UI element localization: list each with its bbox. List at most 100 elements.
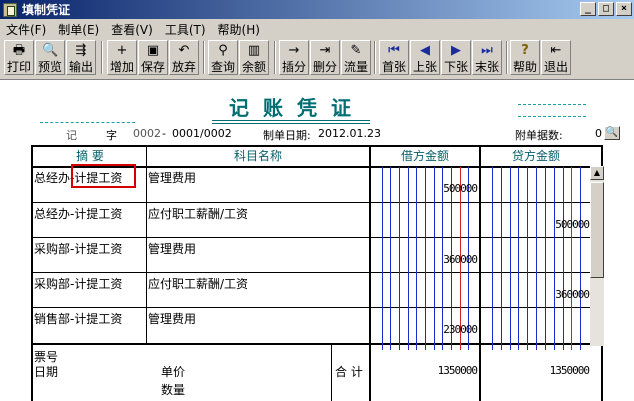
summary-header: 摘 要: [76, 149, 104, 163]
row-credit[interactable]: 360000: [483, 288, 590, 301]
row-account[interactable]: 管理费用: [148, 310, 196, 327]
digit-line: [571, 167, 572, 350]
quantity-label: 数量: [161, 383, 186, 397]
window-title: 填制凭证: [22, 3, 71, 17]
row-account[interactable]: 管理费用: [148, 169, 196, 186]
menu-file[interactable]: 文件(F): [0, 21, 52, 38]
col-rule: [479, 147, 481, 401]
date-field-label: 日期: [34, 365, 59, 379]
row-summary[interactable]: 销售部-计提工资: [34, 310, 122, 327]
last-voucher-button[interactable]: ⏭ 末张: [472, 40, 502, 75]
maximize-button[interactable]: □: [598, 2, 614, 16]
digit-line: [536, 167, 537, 350]
voucher-number: 0001/0002: [172, 127, 232, 140]
insert-entry-button[interactable]: → 插分: [279, 40, 309, 75]
row-debit[interactable]: 360000: [373, 253, 478, 266]
row-account[interactable]: 管理费用: [148, 240, 196, 257]
printer-icon: 🖶: [12, 43, 26, 58]
voucher-title: 记账凭证: [229, 96, 365, 120]
close-button[interactable]: ×: [616, 2, 632, 16]
preview-icon: 🔍: [42, 43, 59, 58]
row-summary[interactable]: 采购部-计提工资: [34, 240, 122, 257]
toolbar: 🖶 打印 🔍 预览 ⇶ 输出 + 增加 ▣ 保存 ↶ 放弃 ⚲ 查询 ▥ 余额 → 插分 ⇥ 删分 …: [2, 40, 632, 76]
digit-line: [563, 167, 564, 350]
print-button[interactable]: 🖶 打印: [4, 40, 34, 75]
last-icon: ⏭: [481, 43, 493, 58]
title-bar: 填制凭证 _ □ ×: [0, 0, 634, 19]
credit-digit-lines: [483, 167, 589, 350]
delete-entry-button[interactable]: ⇥ 删分: [310, 40, 340, 75]
preview-button[interactable]: 🔍 预览: [35, 40, 65, 75]
menu-edit[interactable]: 制单(E): [52, 21, 105, 38]
row-summary[interactable]: 采购部-计提工资: [34, 275, 122, 292]
row-debit[interactable]: 500000: [373, 182, 478, 195]
debit-header: 借方金额: [400, 149, 449, 163]
attach-count[interactable]: 0: [595, 127, 602, 140]
attachment-search-icon[interactable]: 🔍: [604, 126, 620, 140]
query-button[interactable]: ⚲ 查询: [208, 40, 238, 75]
add-button[interactable]: + 增加: [107, 40, 137, 75]
dashed-rule: [518, 104, 586, 105]
insert-row-icon: →: [288, 43, 300, 58]
digit-line: [554, 167, 555, 350]
voucher-number-sep: -: [162, 127, 166, 140]
toolbar-separator: [274, 41, 276, 74]
account-header: 科目名称: [233, 149, 282, 163]
attach-label: 附单据数:: [515, 129, 563, 142]
digit-line: [518, 167, 519, 350]
voucher-type-label: 记: [66, 129, 77, 142]
export-icon: ⇶: [75, 43, 87, 58]
menu-tools[interactable]: 工具(T): [159, 21, 212, 38]
col-rule: [369, 147, 371, 401]
price-label: 单价: [161, 365, 186, 379]
toolbar-separator: [506, 41, 508, 74]
first-voucher-button[interactable]: ⏮ 首张: [379, 40, 409, 75]
dashed-rule: [40, 122, 135, 123]
exit-icon: ⇤: [550, 43, 562, 58]
row-summary[interactable]: 总经办-计提工资: [34, 205, 122, 222]
title-underline: [212, 120, 370, 124]
balance-button[interactable]: ▥ 余额: [239, 40, 269, 75]
menu-view[interactable]: 查看(V): [105, 21, 159, 38]
help-button[interactable]: ? 帮助: [510, 40, 540, 75]
col-rule: [331, 345, 332, 401]
digit-line: [527, 167, 528, 350]
balance-chart-icon: ▥: [247, 43, 261, 58]
row-credit[interactable]: 500000: [483, 218, 590, 231]
voucher-number-prefix[interactable]: 0002: [133, 127, 161, 140]
col-rule: [146, 147, 147, 344]
digit-line: [580, 167, 581, 350]
save-button[interactable]: ▣ 保存: [138, 40, 168, 75]
highlight-box: [71, 164, 136, 188]
digit-line: [510, 167, 511, 350]
save-icon: ▣: [146, 43, 160, 58]
row-account[interactable]: 应付职工薪酬/工资: [148, 205, 248, 222]
menu-bar: 文件(F) 制单(E) 查看(V) 工具(T) 帮助(H): [0, 20, 266, 38]
digit-line: [501, 167, 502, 350]
credit-total: 1350000: [549, 364, 590, 377]
total-label: 合 计: [335, 365, 363, 379]
prev-voucher-button[interactable]: ◀ 上张: [410, 40, 440, 75]
export-button[interactable]: ⇶ 输出: [66, 40, 96, 75]
row-account[interactable]: 应付职工薪酬/工资: [148, 275, 248, 292]
minimize-button[interactable]: _: [580, 2, 596, 16]
next-voucher-button[interactable]: ▶ 下张: [441, 40, 471, 75]
row-debit[interactable]: 230000: [373, 323, 478, 336]
menu-help[interactable]: 帮助(H): [212, 21, 266, 38]
digit-line: [492, 167, 493, 350]
exit-button[interactable]: ⇤ 退出: [541, 40, 571, 75]
vertical-scrollbar[interactable]: ▲: [590, 166, 604, 346]
cashflow-button[interactable]: ✎ 流量: [341, 40, 371, 75]
digit-line: [545, 167, 546, 350]
date-label: 制单日期:: [263, 129, 311, 142]
debit-total: 1350000: [437, 364, 478, 377]
voucher-date[interactable]: 2012.01.23: [318, 127, 381, 140]
dashed-rule: [518, 116, 586, 117]
first-icon: ⏮: [388, 43, 400, 58]
scroll-thumb[interactable]: [590, 182, 604, 278]
voucher-number-label: 字: [106, 129, 117, 142]
scroll-up-icon[interactable]: ▲: [590, 166, 604, 180]
help-icon: ?: [521, 43, 529, 58]
undo-icon: ↶: [178, 43, 190, 58]
discard-button[interactable]: ↶ 放弃: [169, 40, 199, 75]
